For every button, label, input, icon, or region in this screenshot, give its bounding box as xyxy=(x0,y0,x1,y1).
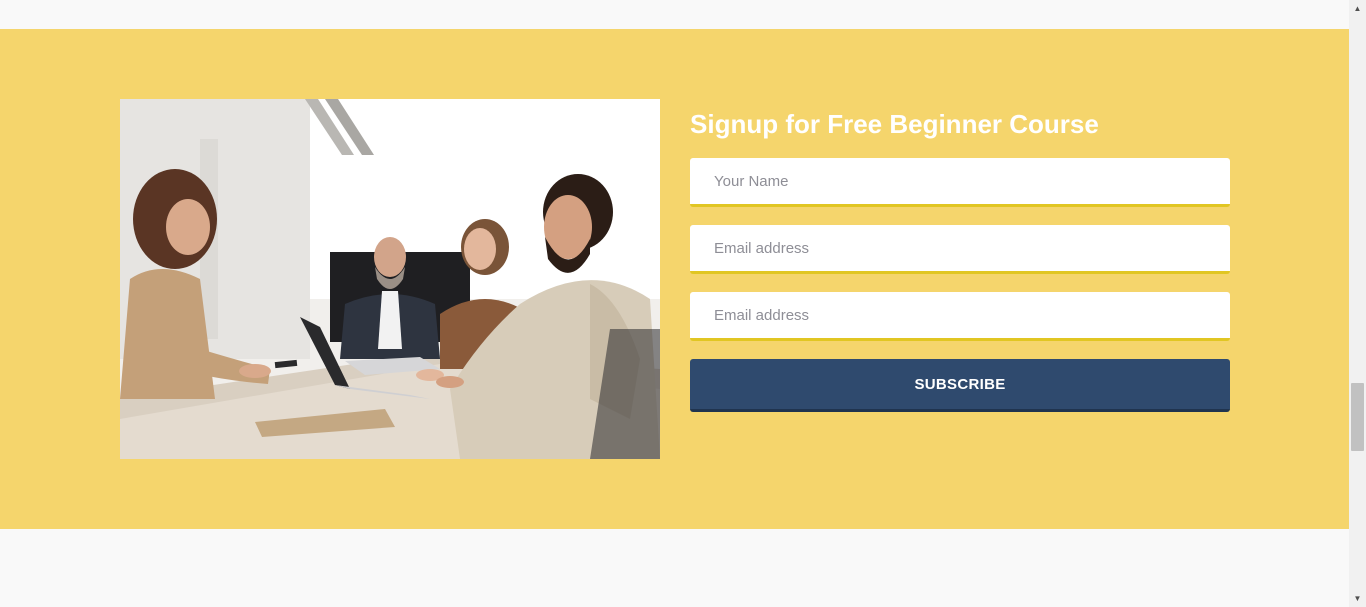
signup-heading: Signup for Free Beginner Course xyxy=(690,109,1099,139)
email-input-2[interactable] xyxy=(690,292,1230,341)
scrollbar-thumb[interactable] xyxy=(1351,383,1364,451)
scroll-up-arrow-icon[interactable]: ▲ xyxy=(1349,0,1366,17)
page: Signup for Free Beginner Course SUBSCRIB… xyxy=(0,0,1349,607)
name-input[interactable] xyxy=(690,158,1230,207)
email-input[interactable] xyxy=(690,225,1230,274)
meeting-photo-illustration xyxy=(120,99,660,459)
meeting-photo xyxy=(120,99,660,459)
vertical-scrollbar[interactable]: ▲ ▼ xyxy=(1349,0,1366,607)
scroll-down-arrow-icon[interactable]: ▼ xyxy=(1349,590,1366,607)
subscribe-button[interactable]: SUBSCRIBE xyxy=(690,359,1230,412)
signup-section: Signup for Free Beginner Course SUBSCRIB… xyxy=(0,29,1349,529)
